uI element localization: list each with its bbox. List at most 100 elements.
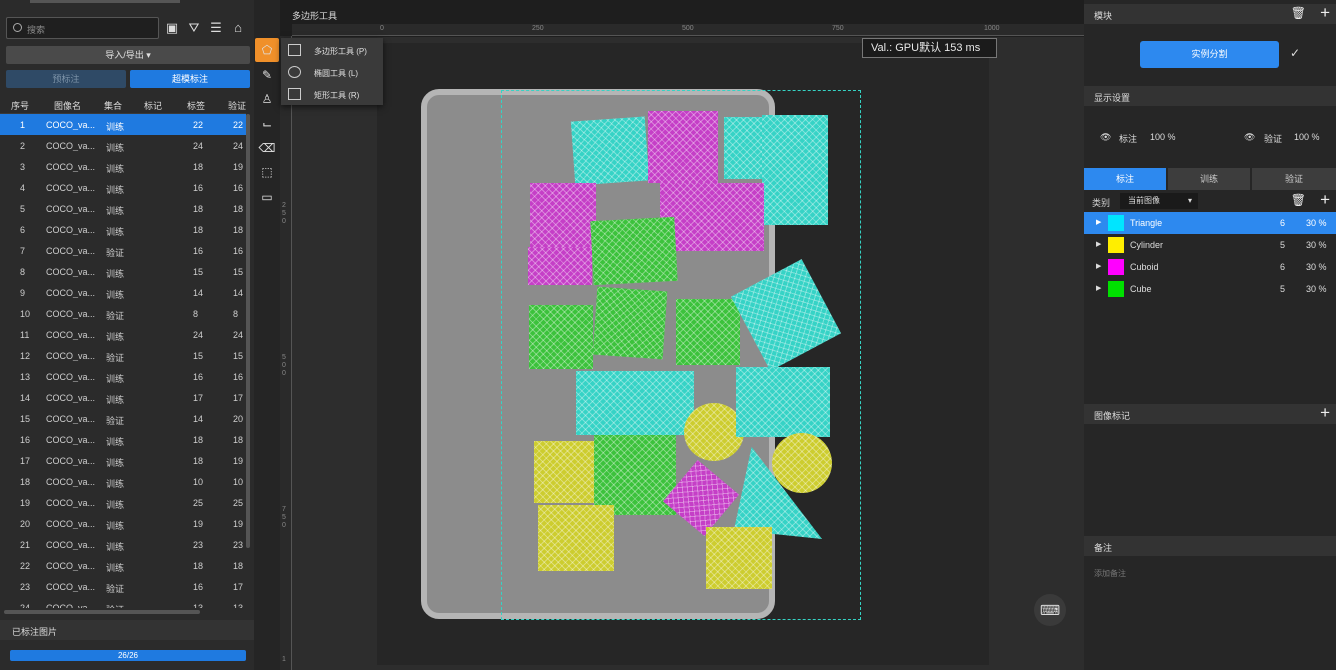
table-row[interactable]: 19 COCO_va... 训练 25 25 (0, 492, 246, 513)
super-label-button[interactable]: 超模标注 (130, 70, 250, 88)
row-cell-label: 10 (193, 477, 204, 487)
expand-arrow-icon[interactable]: ▶ (1096, 218, 1101, 226)
table-row[interactable]: 14 COCO_va... 训练 17 17 (0, 387, 246, 408)
list-scrollbar-horizontal[interactable] (4, 610, 200, 614)
add-class-icon[interactable]: + (1320, 190, 1330, 210)
table-row[interactable]: 13 COCO_va... 训练 16 16 (0, 366, 246, 387)
expand-arrow-icon[interactable]: ▶ (1096, 240, 1101, 248)
stamp-icon[interactable]: ♙ (258, 90, 276, 108)
table-row[interactable]: 22 COCO_va... 训练 18 18 (0, 555, 246, 576)
image-filter-icon[interactable]: ▣ (164, 20, 180, 36)
tab-validate[interactable]: 验证 (1252, 168, 1336, 190)
row-cell-set: 训练 (106, 206, 125, 216)
col-index[interactable]: 序号 (11, 99, 29, 112)
table-row[interactable]: 6 COCO_va... 训练 18 18 (0, 219, 246, 240)
trash-icon[interactable]: 🗑 (1291, 193, 1306, 207)
table-row[interactable]: 15 COCO_va... 验证 14 20 (0, 408, 246, 429)
table-row[interactable]: 11 COCO_va... 训练 24 24 (0, 324, 246, 345)
select-region-icon[interactable]: ⬚ (258, 163, 276, 181)
class-color-swatch[interactable] (1108, 237, 1124, 253)
table-row[interactable]: 12 COCO_va... 验证 15 15 (0, 345, 246, 366)
table-row[interactable]: 10 COCO_va... 验证 8 8 (0, 303, 246, 324)
table-row[interactable]: 1 COCO_va... 训练 22 22 (0, 114, 246, 135)
expand-arrow-icon[interactable]: ▶ (1096, 262, 1101, 270)
row-cell-idx: 15 (20, 414, 31, 424)
row-cell-val: 25 (233, 498, 244, 508)
row-cell-idx: 14 (20, 393, 31, 403)
row-cell-name: COCO_va... (46, 435, 96, 445)
table-row[interactable]: 21 COCO_va... 训练 23 23 (0, 534, 246, 555)
add-tag-icon[interactable]: + (1320, 404, 1330, 422)
col-validate[interactable]: 验证 (228, 99, 246, 112)
table-row[interactable]: 24 COCO_va... 验证 13 13 (0, 597, 246, 608)
table-row[interactable]: 17 COCO_va... 训练 18 19 (0, 450, 246, 471)
table-row[interactable]: 23 COCO_va... 验证 16 17 (0, 576, 246, 597)
class-item[interactable]: ▶ Triangle 6 30 % (1084, 212, 1336, 234)
table-row[interactable]: 20 COCO_va... 训练 19 19 (0, 513, 246, 534)
annotation-canvas[interactable] (292, 37, 1084, 670)
class-item[interactable]: ▶ Cube 5 30 % (1084, 278, 1336, 300)
col-set[interactable]: 集合 (104, 99, 122, 112)
row-cell-name: COCO_va... (46, 246, 96, 256)
category-select[interactable]: 当前图像 ▾ (1120, 193, 1198, 209)
table-row[interactable]: 3 COCO_va... 训练 18 19 (0, 156, 246, 177)
table-row[interactable]: 9 COCO_va... 训练 14 14 (0, 282, 246, 303)
list-scrollbar-vertical[interactable] (246, 114, 250, 548)
table-row[interactable]: 2 COCO_va... 训练 24 24 (0, 135, 246, 156)
eraser-icon[interactable]: ⌫ (258, 139, 276, 157)
list-view-icon[interactable]: ☰ (208, 20, 224, 36)
class-item[interactable]: ▶ Cuboid 6 30 % (1084, 256, 1336, 278)
class-color-swatch[interactable] (1108, 215, 1124, 231)
table-row[interactable]: 4 COCO_va... 训练 16 16 (0, 177, 246, 198)
display-val-opacity[interactable]: 100 % (1294, 132, 1320, 142)
expand-arrow-icon[interactable]: ▶ (1096, 284, 1101, 292)
row-cell-name: COCO_va... (46, 540, 96, 550)
notes-input[interactable]: 添加备注 (1094, 568, 1126, 579)
filter-icon[interactable]: ⛛ (186, 20, 202, 36)
eye-icon[interactable]: 👁 (1244, 132, 1255, 143)
display-label-opacity[interactable]: 100 % (1150, 132, 1176, 142)
add-icon[interactable]: + (1320, 4, 1330, 22)
lasso-icon[interactable]: ⌙ (258, 115, 276, 133)
import-export-button[interactable]: 导入/导出 ▾ (6, 46, 250, 64)
table-row[interactable]: 8 COCO_va... 训练 15 15 (0, 261, 246, 282)
col-image-name[interactable]: 图像名 (54, 99, 81, 112)
col-mark[interactable]: 标记 (144, 99, 162, 112)
row-cell-set: 训练 (106, 227, 125, 237)
search-input[interactable]: 搜索 (6, 17, 159, 39)
col-label[interactable]: 标签 (187, 99, 205, 112)
keyboard-shortcuts-icon[interactable]: ⌨ (1034, 594, 1066, 626)
trash-icon[interactable]: 🗑 (1291, 6, 1306, 20)
annotation-bounding-box[interactable] (501, 90, 861, 620)
row-cell-val: 10 (233, 477, 244, 487)
class-item[interactable]: ▶ Cylinder 5 30 % (1084, 234, 1336, 256)
row-cell-name: COCO_va... (46, 519, 96, 529)
class-percent: 30 % (1306, 262, 1327, 272)
menu-item-polygon[interactable]: 多边形工具 (P) (281, 39, 383, 61)
table-row[interactable]: 5 COCO_va... 训练 18 18 (0, 198, 246, 219)
pre-label-button[interactable]: 预标注 (6, 70, 126, 88)
region-tool-icon[interactable]: ▭ (258, 188, 276, 206)
table-row[interactable]: 16 COCO_va... 训练 18 18 (0, 429, 246, 450)
table-row[interactable]: 18 COCO_va... 训练 10 10 (0, 471, 246, 492)
magic-wand-icon[interactable]: ✎ (258, 66, 276, 84)
class-name: Cylinder (1130, 240, 1164, 250)
table-row[interactable]: 7 COCO_va... 验证 16 16 (0, 240, 246, 261)
row-cell-name: COCO_va... (46, 414, 96, 424)
menu-item-ellipse[interactable]: 椭圆工具 (L) (281, 61, 383, 83)
notes-header: 备注 (1084, 536, 1336, 556)
class-color-swatch[interactable] (1108, 259, 1124, 275)
display-settings-header: 显示设置 (1084, 86, 1336, 106)
tab-label[interactable]: 标注 (1084, 168, 1166, 190)
camera-icon[interactable]: ⌂ (230, 20, 246, 36)
row-cell-set: 验证 (106, 248, 125, 258)
class-color-swatch[interactable] (1108, 281, 1124, 297)
instance-segmentation-button[interactable]: 实例分割 (1140, 41, 1279, 68)
shape-tool-menu: 多边形工具 (P) 椭圆工具 (L) 矩形工具 (R) (281, 38, 383, 105)
eye-icon[interactable]: 👁 (1100, 132, 1111, 143)
tab-train[interactable]: 训练 (1168, 168, 1250, 190)
polygon-tool-icon[interactable]: ⬠ (255, 38, 279, 62)
row-cell-idx: 17 (20, 456, 31, 466)
menu-item-rectangle[interactable]: 矩形工具 (R) (281, 83, 383, 105)
class-count: 5 (1280, 240, 1286, 250)
